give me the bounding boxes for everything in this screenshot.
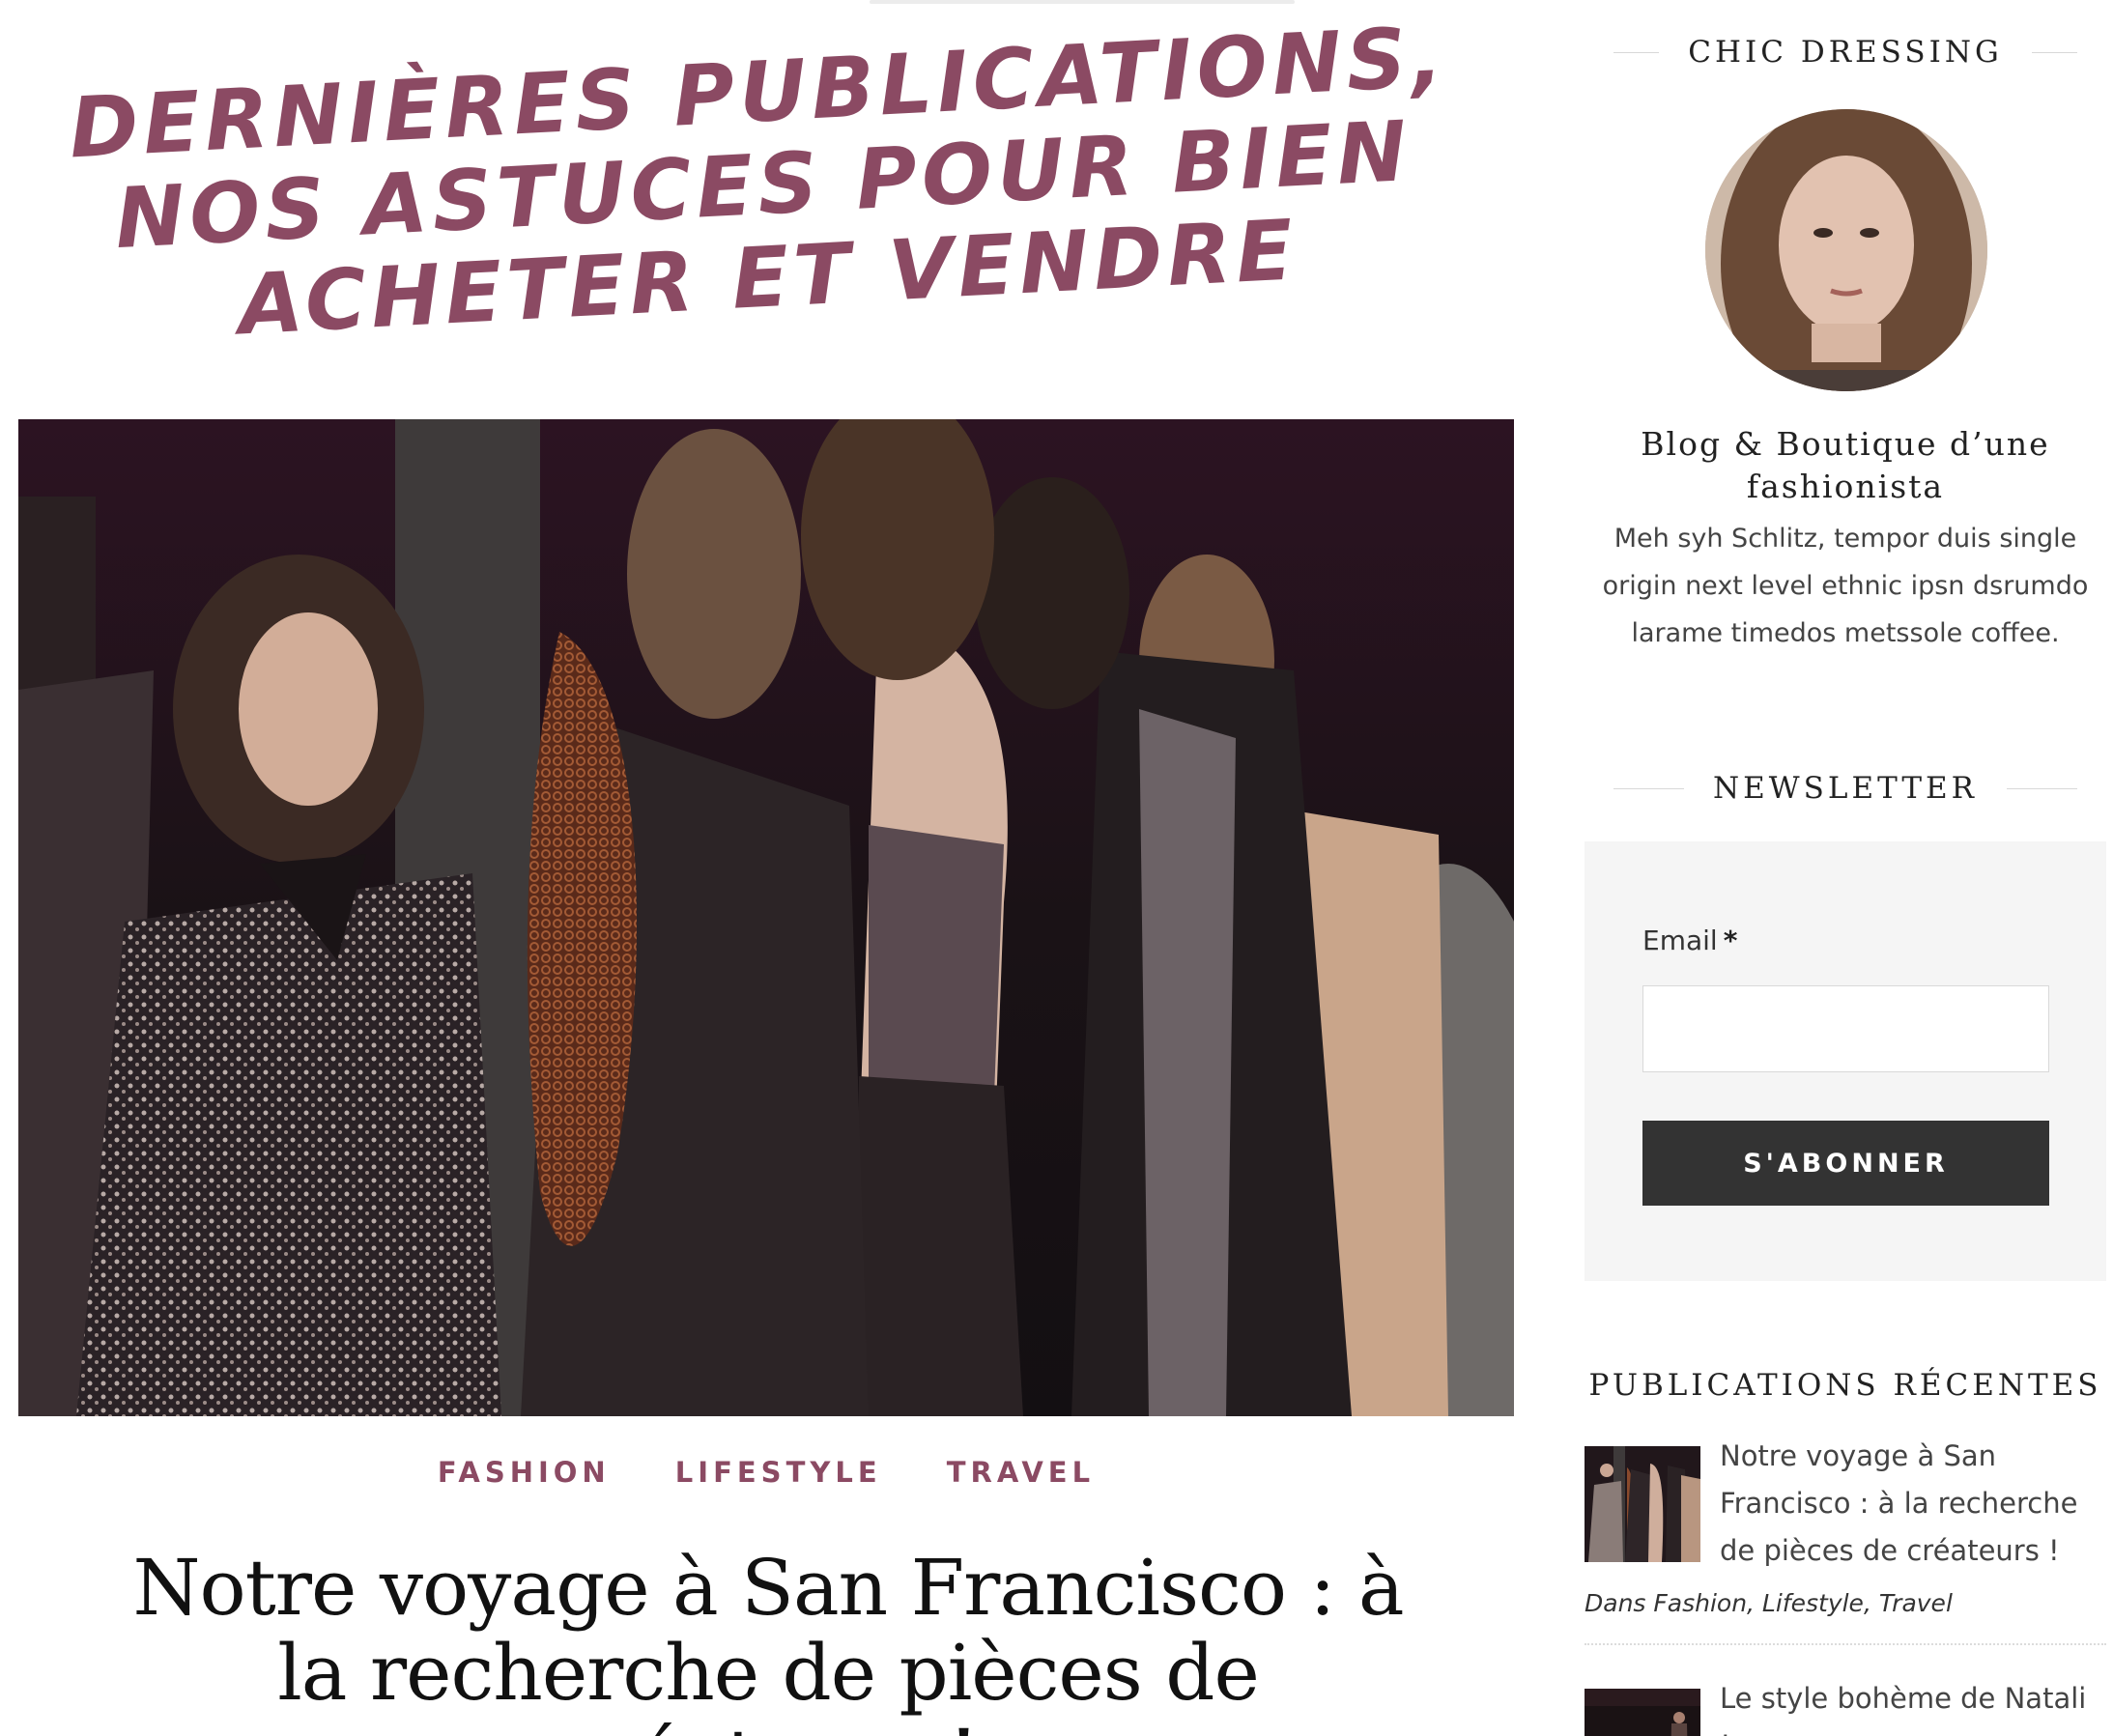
recent-post-divider xyxy=(1585,1643,2106,1645)
recent-post-link[interactable]: Notre voyage à San Francisco : à la rech… xyxy=(1720,1433,2106,1575)
recent-post-thumbnail[interactable] xyxy=(1585,1446,1700,1562)
avatar xyxy=(1705,109,1987,391)
about-widget-title: CHIC DRESSING xyxy=(1585,35,2106,70)
post-categories: FASHION LIFESTYLE TRAVEL xyxy=(18,1456,1514,1489)
newsletter-form: Email * S'ABONNER xyxy=(1585,841,2106,1281)
recent-post-categories: Dans Fashion, Lifestyle, Travel xyxy=(1585,1589,1953,1617)
blog-description: Meh syh Schlitz, tempor duis single orig… xyxy=(1602,524,2089,648)
required-mark: * xyxy=(1723,925,1738,956)
page-headline: Dernières publications, nos astuces pour… xyxy=(51,9,1474,361)
category-travel[interactable]: TRAVEL xyxy=(947,1456,1095,1489)
sidebar: CHIC DRESSING Blog & Boutique d’une fash… xyxy=(1585,0,2106,1736)
recent-posts-widget-title: PUBLICATIONS RÉCENTES xyxy=(1585,1368,2106,1403)
post-title[interactable]: Notre voyage à San Francisco : à la rech… xyxy=(97,1546,1440,1736)
category-fashion[interactable]: FASHION xyxy=(438,1456,611,1489)
email-label: Email * xyxy=(1642,925,1738,956)
subscribe-button[interactable]: S'ABONNER xyxy=(1642,1121,2049,1206)
recent-post-thumbnail[interactable] xyxy=(1585,1689,1700,1736)
featured-image[interactable] xyxy=(18,419,1514,1416)
email-field[interactable] xyxy=(1642,985,2049,1072)
main-content: Dernières publications, nos astuces pour… xyxy=(0,0,1527,1736)
recent-post-link[interactable]: Le style bohème de Natali ! xyxy=(1720,1675,2106,1736)
blog-name: Blog & Boutique d’une fashionista xyxy=(1641,425,2050,505)
newsletter-widget-title: NEWSLETTER xyxy=(1585,771,2106,806)
category-lifestyle[interactable]: LIFESTYLE xyxy=(675,1456,882,1489)
